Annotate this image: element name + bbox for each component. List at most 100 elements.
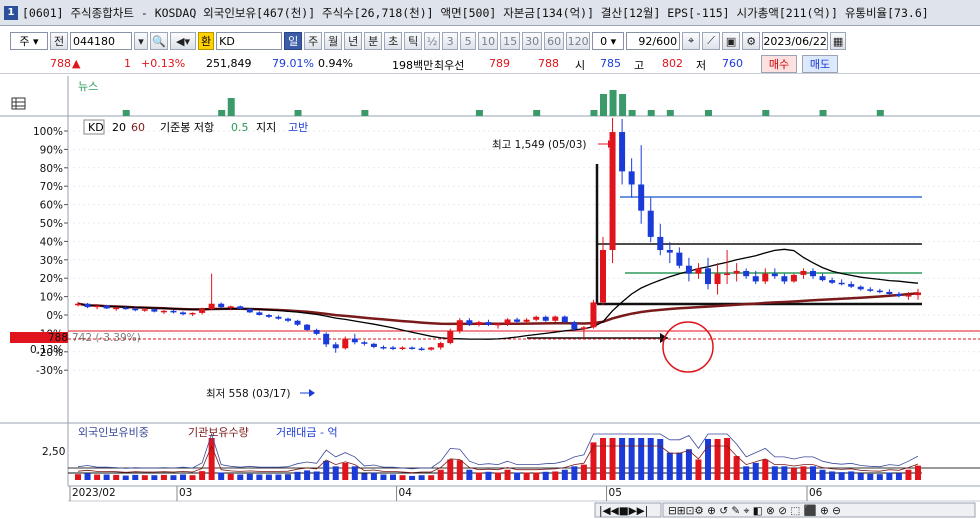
tab-period-tick[interactable]: 틱 bbox=[404, 32, 423, 50]
quote-bar: 788 ▲ 1 +0.13% 251,849 79.01% 0.94% 198백… bbox=[0, 54, 980, 74]
candle-body bbox=[638, 184, 645, 211]
amount-bar bbox=[103, 474, 110, 480]
legend-candle: 기준봉 저항 bbox=[160, 121, 214, 134]
candle-body bbox=[256, 312, 263, 315]
best-ask: 789 bbox=[489, 57, 510, 70]
news-bar bbox=[609, 90, 617, 116]
candle-body bbox=[495, 323, 501, 326]
candle-body bbox=[208, 303, 215, 309]
candle-body bbox=[752, 276, 759, 282]
candle-body bbox=[628, 171, 635, 185]
amount-bar bbox=[523, 472, 530, 480]
amount-bar bbox=[552, 471, 559, 480]
amount-bar bbox=[724, 438, 731, 480]
buy-button[interactable]: 매수 bbox=[761, 55, 797, 73]
amount-bar bbox=[705, 438, 711, 480]
best-quote-label: 최우선 bbox=[434, 59, 465, 72]
legend-kd: KD bbox=[88, 121, 104, 134]
candle-body bbox=[113, 307, 120, 310]
amount-bar bbox=[590, 442, 597, 480]
tab-period-day[interactable]: 일 bbox=[284, 32, 303, 50]
news-bar bbox=[218, 110, 226, 116]
crosshair-icon[interactable]: ⌖ bbox=[682, 32, 701, 50]
code-dropdown-chevron-icon[interactable]: ▾ bbox=[134, 32, 148, 50]
period-dropdown-value: 주 bbox=[19, 35, 30, 48]
news-bar bbox=[533, 110, 541, 116]
high-price: 802 bbox=[662, 57, 683, 70]
stock-chart[interactable]: 뉴스 100%90%80%70%60%50%40%30%20%10%0%-10%… bbox=[0, 76, 980, 519]
amount-bar bbox=[790, 468, 797, 480]
amount-bar bbox=[160, 474, 167, 480]
interval-10[interactable]: 10 bbox=[478, 32, 499, 50]
tab-period-year[interactable]: 년 bbox=[344, 32, 363, 50]
sell-button[interactable]: 매도 bbox=[802, 55, 838, 73]
offset-select[interactable]: 0 ▾ bbox=[592, 32, 625, 50]
tab-period-minute[interactable]: 분 bbox=[364, 32, 383, 50]
lower-legend-foreign: 외국인보유비중 bbox=[78, 426, 149, 439]
bar-count-input[interactable]: 92/600 bbox=[626, 32, 681, 50]
interval-5[interactable]: 5 bbox=[460, 32, 477, 50]
interval-15[interactable]: 15 bbox=[500, 32, 521, 50]
stock-code-input[interactable]: 044180 bbox=[70, 32, 132, 50]
indicator-input[interactable]: KD bbox=[216, 32, 283, 50]
y-tick-label: 70% bbox=[40, 181, 63, 193]
amount-bar bbox=[342, 462, 349, 480]
y-tick-label: 0% bbox=[46, 310, 63, 322]
current-pct-tag: 0.13% bbox=[30, 344, 63, 356]
settings-gear-icon[interactable]: ⚙ bbox=[742, 32, 761, 50]
amount-bar bbox=[485, 471, 492, 480]
amount-bar bbox=[409, 475, 416, 480]
draw-line-icon[interactable]: ⟋ bbox=[702, 32, 721, 50]
period-dropdown[interactable]: 주 ▾ bbox=[10, 32, 48, 50]
window-icon[interactable]: 1 bbox=[4, 5, 18, 20]
candle-body bbox=[876, 290, 883, 293]
x-tick-label: 04 bbox=[399, 487, 413, 499]
tab-period-month[interactable]: 월 bbox=[324, 32, 343, 50]
interval-30[interactable]: 30 bbox=[522, 32, 543, 50]
interval-60[interactable]: 60 bbox=[544, 32, 565, 50]
price-change-pct: +0.13% bbox=[141, 57, 186, 70]
y-tick-label: 100% bbox=[33, 126, 63, 138]
news-bar bbox=[705, 110, 712, 116]
amount-bar bbox=[84, 473, 91, 480]
sound-icon[interactable]: ◀▾ bbox=[170, 32, 196, 50]
news-bar bbox=[122, 110, 130, 116]
news-bar bbox=[600, 94, 607, 116]
zoom-control-icons[interactable]: ⊟⊞⊡⚙ ⊕ ↺ ✎ ⌖ ◧ ⊗ ⊘ ⬚ ⬛ ⊕ ⊖ bbox=[668, 504, 841, 517]
indicator-toggle[interactable]: 환 bbox=[198, 32, 215, 50]
candle-body bbox=[160, 310, 167, 313]
interval-half[interactable]: ½ bbox=[424, 32, 441, 50]
candle-body bbox=[790, 274, 797, 282]
candle-body bbox=[75, 303, 81, 306]
tab-period-second[interactable]: 초 bbox=[384, 32, 403, 50]
calendar-icon[interactable]: ▦ bbox=[830, 32, 847, 50]
candle-body bbox=[170, 310, 177, 313]
date-input[interactable]: 2023/06/22 bbox=[762, 32, 829, 50]
amount-bar bbox=[819, 469, 826, 480]
candle-body bbox=[647, 210, 654, 237]
candle-body bbox=[227, 306, 234, 308]
code-type-button[interactable]: 전 bbox=[50, 32, 68, 50]
candle-body bbox=[915, 292, 921, 296]
amount-bar bbox=[580, 464, 587, 480]
amount-bar bbox=[399, 475, 406, 480]
candle-body bbox=[714, 273, 721, 285]
candle-body bbox=[409, 347, 416, 350]
trade-amount: 198백만 bbox=[392, 59, 434, 72]
interval-3[interactable]: 3 bbox=[442, 32, 459, 50]
amount-bar bbox=[609, 438, 616, 480]
nav-control-icons[interactable]: |◀◀■▶▶| bbox=[599, 505, 648, 517]
interval-120[interactable]: 120 bbox=[566, 32, 591, 50]
candle-body bbox=[724, 273, 731, 276]
legend-gap: 고반 bbox=[288, 121, 308, 134]
save-icon[interactable]: ▣ bbox=[722, 32, 741, 50]
amount-bar bbox=[829, 471, 836, 480]
search-icon[interactable]: 🔍 bbox=[150, 32, 168, 50]
amount-bar bbox=[456, 460, 463, 480]
amount-bar bbox=[657, 438, 664, 480]
amount-bar bbox=[762, 459, 769, 480]
amount-bar bbox=[514, 472, 521, 480]
candle-body bbox=[285, 318, 291, 321]
tab-period-week[interactable]: 주 bbox=[304, 32, 323, 50]
news-bar bbox=[590, 110, 598, 116]
